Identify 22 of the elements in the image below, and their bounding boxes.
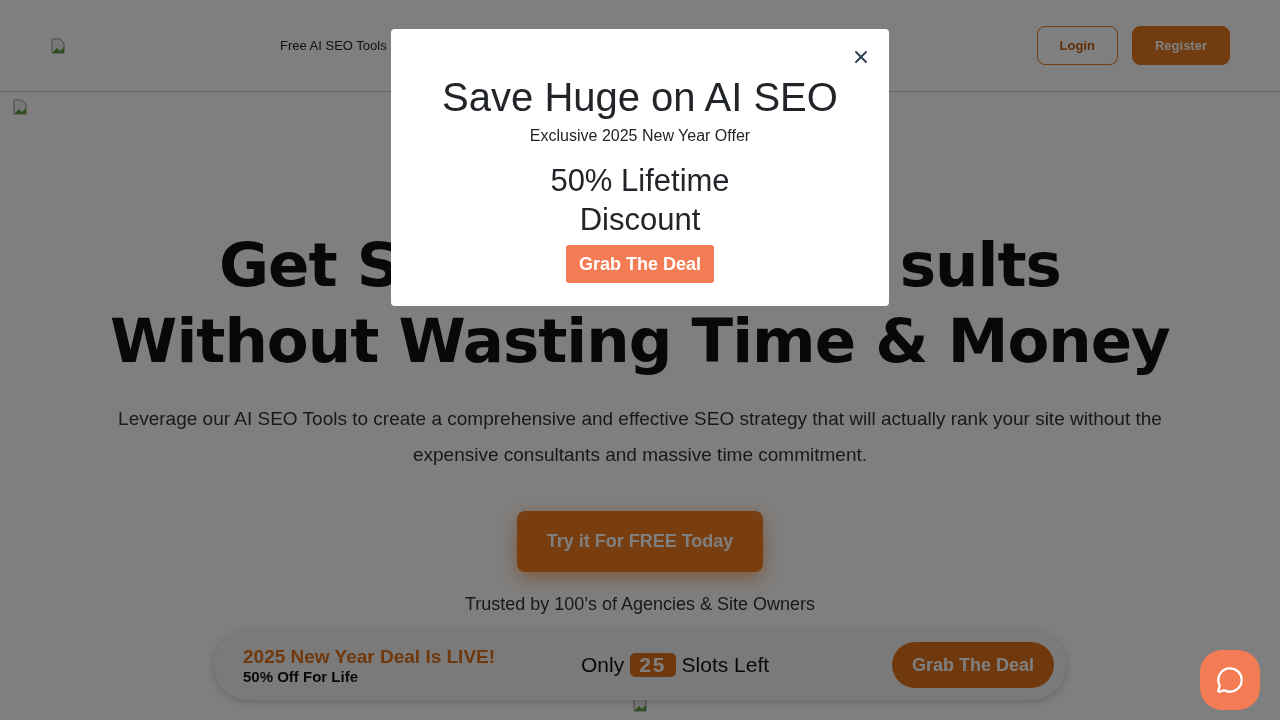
trust-text: Trusted by 100’s of Agencies & Site Owners [464, 594, 816, 615]
headline-text: sults [899, 228, 1061, 302]
modal-title: Save Huge on AI SEO [442, 74, 838, 121]
slots-count: 25 [630, 653, 676, 677]
nav-link[interactable]: Free AI SEO Tools [280, 38, 387, 53]
broken-image-icon [12, 99, 28, 115]
deal-subtitle: 50% Off For Life [243, 667, 359, 685]
deal-title: 2025 New Year Deal Is LIVE! [243, 645, 497, 668]
grab-deal-button[interactable]: Grab The Deal [565, 245, 714, 283]
slots-text: Slots Left [681, 653, 770, 677]
cta-button[interactable]: Try it For FREE Today [517, 511, 763, 572]
slots-text: Only [581, 653, 625, 677]
login-button[interactable]: Login [1036, 26, 1118, 65]
grab-deal-button[interactable]: Grab The Deal [891, 642, 1054, 688]
broken-image-icon [50, 37, 66, 54]
chat-button[interactable] [1200, 650, 1260, 710]
modal-subtitle: Exclusive 2025 New Year Offer [529, 127, 751, 145]
chat-icon [1216, 666, 1244, 694]
offer-text: 50% Lifetime Discount [549, 162, 731, 239]
headline-text: Without Wasting Time & Money [110, 304, 1170, 378]
register-button[interactable]: Register [1131, 26, 1230, 65]
hero-subtitle: Leverage our AI SEO Tools to create a comprehensive and effective SEO strategy that will actually rank your site without the expensive consultants and massive time commitment. [117, 407, 1163, 467]
